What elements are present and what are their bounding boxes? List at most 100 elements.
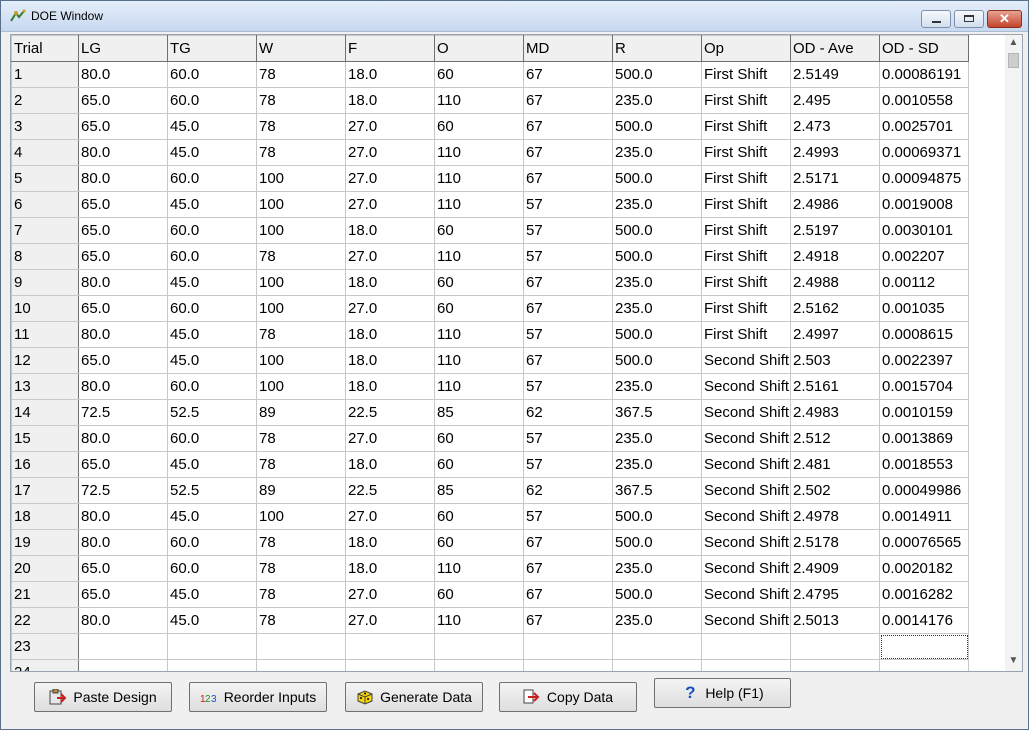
table-cell[interactable]: 67 — [523, 347, 613, 374]
table-cell[interactable]: 2.4997 — [790, 321, 880, 348]
table-cell[interactable]: 60 — [434, 61, 524, 88]
row-header[interactable]: 4 — [11, 139, 79, 166]
table-cell[interactable]: 18.0 — [345, 451, 435, 478]
maximize-button[interactable] — [954, 10, 984, 28]
table-cell[interactable]: 62 — [523, 399, 613, 426]
table-cell[interactable] — [345, 633, 435, 660]
table-cell[interactable]: First Shift — [701, 61, 791, 88]
table-cell[interactable]: 0.0019008 — [879, 191, 969, 218]
table-cell[interactable]: 110 — [434, 243, 524, 270]
table-cell[interactable]: 500.0 — [612, 581, 702, 608]
row-header[interactable]: 17 — [11, 477, 79, 504]
table-cell[interactable]: 235.0 — [612, 451, 702, 478]
table-cell[interactable]: First Shift — [701, 243, 791, 270]
table-cell[interactable]: 2.495 — [790, 87, 880, 114]
table-cell[interactable]: 0.0022397 — [879, 347, 969, 374]
table-cell[interactable]: 85 — [434, 477, 524, 504]
table-cell[interactable]: 67 — [523, 165, 613, 192]
table-cell[interactable]: 65.0 — [78, 217, 168, 244]
table-cell[interactable]: 0.0010558 — [879, 87, 969, 114]
table-cell[interactable]: 0.0010159 — [879, 399, 969, 426]
table-cell[interactable] — [256, 633, 346, 660]
table-cell[interactable]: 89 — [256, 399, 346, 426]
table-cell[interactable]: 2.5162 — [790, 295, 880, 322]
table-cell[interactable]: 27.0 — [345, 191, 435, 218]
table-cell[interactable]: 65.0 — [78, 191, 168, 218]
table-cell[interactable]: 78 — [256, 321, 346, 348]
table-cell[interactable] — [256, 659, 346, 671]
table-cell[interactable]: 2.4993 — [790, 139, 880, 166]
scroll-down-icon[interactable]: ▼ — [1005, 655, 1022, 667]
table-cell[interactable]: 57 — [523, 191, 613, 218]
table-cell[interactable]: 60.0 — [167, 425, 257, 452]
table-cell[interactable]: 2.4983 — [790, 399, 880, 426]
table-cell[interactable]: 60 — [434, 581, 524, 608]
close-button[interactable]: ✕ — [987, 10, 1022, 28]
row-header[interactable]: 3 — [11, 113, 79, 140]
table-cell[interactable]: 0.0020182 — [879, 555, 969, 582]
table-cell[interactable]: 78 — [256, 425, 346, 452]
table-cell[interactable]: 57 — [523, 425, 613, 452]
table-cell[interactable]: 2.4918 — [790, 243, 880, 270]
title-bar[interactable]: DOE Window ✕ — [1, 1, 1028, 32]
table-cell[interactable]: Second Shift — [701, 607, 791, 634]
table-cell[interactable]: 500.0 — [612, 113, 702, 140]
reorder-inputs-button[interactable]: 1 2 3 Reorder Inputs — [189, 682, 327, 712]
table-cell[interactable]: 60 — [434, 295, 524, 322]
table-cell[interactable]: 367.5 — [612, 477, 702, 504]
row-header[interactable]: 12 — [11, 347, 79, 374]
table-cell[interactable]: 60.0 — [167, 165, 257, 192]
copy-data-button[interactable]: Copy Data — [499, 682, 637, 712]
column-header[interactable]: Trial — [11, 35, 79, 62]
row-header[interactable]: 24 — [11, 659, 79, 671]
minimize-button[interactable] — [921, 10, 951, 28]
table-cell[interactable]: 0.00094875 — [879, 165, 969, 192]
table-cell[interactable] — [434, 633, 524, 660]
table-cell[interactable]: 78 — [256, 139, 346, 166]
table-cell[interactable]: 52.5 — [167, 477, 257, 504]
table-cell[interactable]: 72.5 — [78, 477, 168, 504]
table-cell[interactable]: 60.0 — [167, 529, 257, 556]
table-cell[interactable]: 45.0 — [167, 581, 257, 608]
table-cell[interactable]: 85 — [434, 399, 524, 426]
column-header[interactable]: OD - SD — [879, 35, 969, 62]
table-cell[interactable] — [523, 659, 613, 671]
table-cell[interactable]: Second Shift — [701, 477, 791, 504]
column-header[interactable]: O — [434, 35, 524, 62]
table-cell[interactable]: 65.0 — [78, 451, 168, 478]
column-header[interactable]: TG — [167, 35, 257, 62]
table-cell[interactable]: 0.0025701 — [879, 113, 969, 140]
table-cell[interactable]: 0.00086191 — [879, 61, 969, 88]
generate-data-button[interactable]: Generate Data — [345, 682, 483, 712]
table-cell[interactable]: 0.0015704 — [879, 373, 969, 400]
table-cell[interactable]: 0.002207 — [879, 243, 969, 270]
table-cell[interactable]: 18.0 — [345, 321, 435, 348]
row-header[interactable]: 6 — [11, 191, 79, 218]
table-cell[interactable]: 110 — [434, 87, 524, 114]
table-cell[interactable]: 65.0 — [78, 555, 168, 582]
table-cell[interactable]: 67 — [523, 139, 613, 166]
table-cell[interactable]: Second Shift — [701, 555, 791, 582]
row-header[interactable]: 8 — [11, 243, 79, 270]
table-cell[interactable]: 65.0 — [78, 347, 168, 374]
table-cell[interactable]: 18.0 — [345, 61, 435, 88]
table-cell[interactable]: 100 — [256, 269, 346, 296]
table-cell[interactable]: 80.0 — [78, 607, 168, 634]
column-header[interactable]: MD — [523, 35, 613, 62]
table-cell[interactable]: 27.0 — [345, 503, 435, 530]
table-cell[interactable]: 110 — [434, 607, 524, 634]
table-cell[interactable]: 110 — [434, 347, 524, 374]
table-cell[interactable]: 27.0 — [345, 113, 435, 140]
table-cell[interactable]: First Shift — [701, 165, 791, 192]
table-cell[interactable]: 65.0 — [78, 581, 168, 608]
table-cell[interactable]: 0.0016282 — [879, 581, 969, 608]
table-cell[interactable]: 45.0 — [167, 607, 257, 634]
table-cell[interactable]: 235.0 — [612, 295, 702, 322]
table-cell[interactable]: 500.0 — [612, 61, 702, 88]
table-cell[interactable]: 100 — [256, 165, 346, 192]
row-header[interactable]: 11 — [11, 321, 79, 348]
table-cell[interactable]: 57 — [523, 373, 613, 400]
table-cell[interactable] — [434, 659, 524, 671]
table-cell[interactable]: 235.0 — [612, 269, 702, 296]
table-cell[interactable]: 22.5 — [345, 399, 435, 426]
